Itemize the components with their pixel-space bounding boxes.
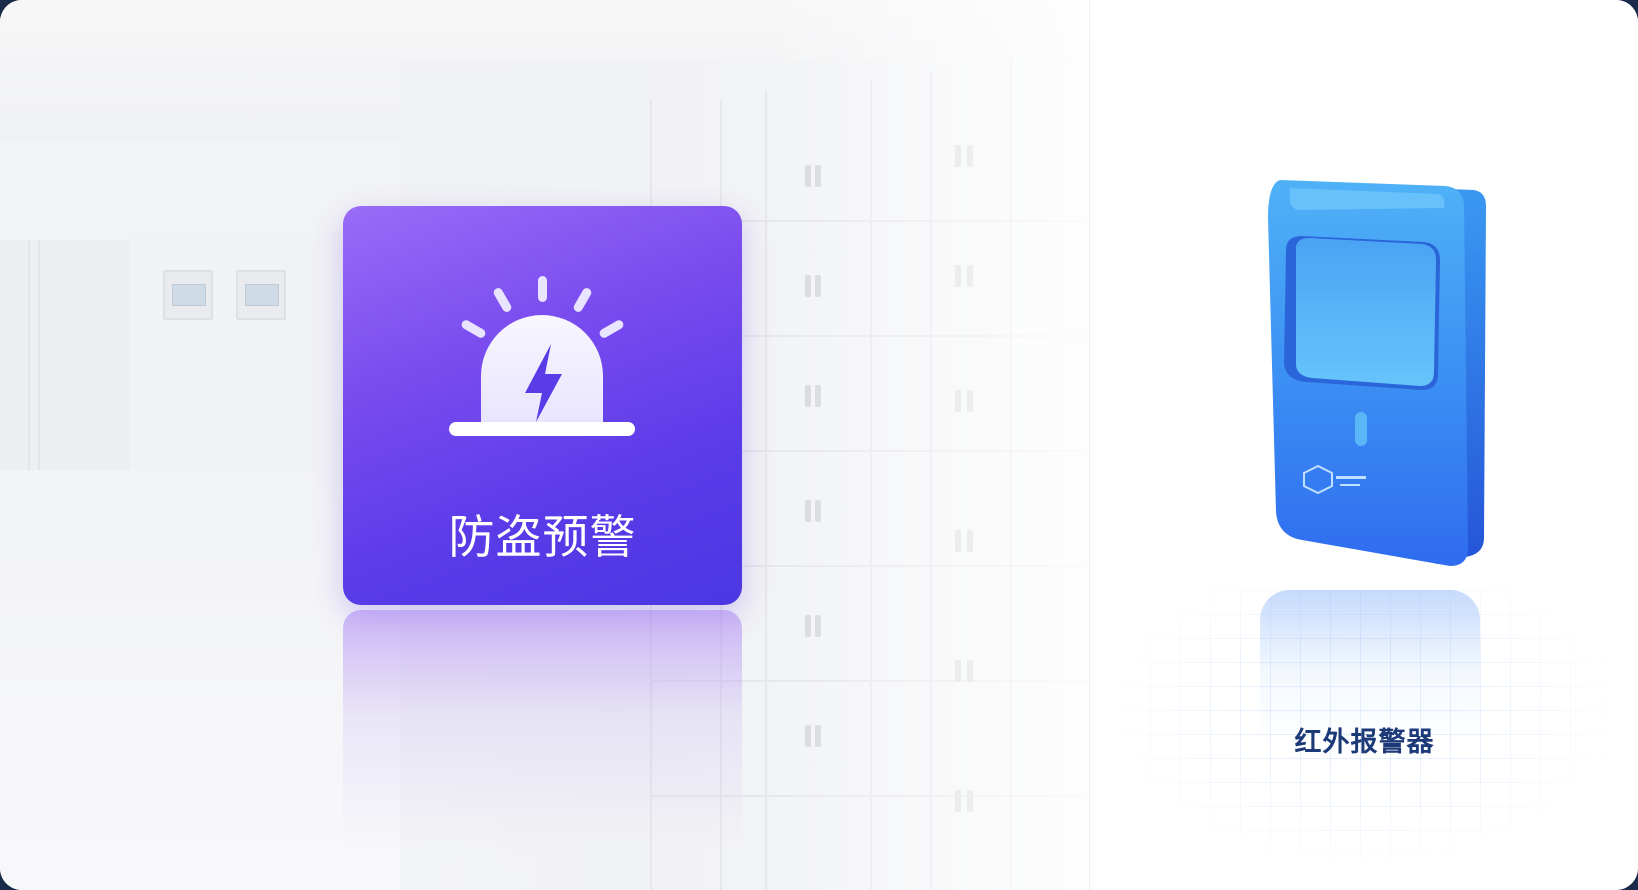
infrared-sensor-device-icon[interactable]: [1256, 178, 1488, 588]
alert-card-reflection: [343, 610, 742, 845]
anti-theft-alert-card[interactable]: 防盗预警: [343, 206, 742, 605]
device-reflection: [1260, 590, 1480, 740]
siren-alarm-icon: [449, 276, 635, 436]
device-label: 红外报警器: [1294, 727, 1435, 758]
device-panel: 红外报警器: [1089, 0, 1638, 890]
alert-card-label: 防盗预警: [448, 510, 637, 564]
main-frame: 防盗预警 红外报警器: [0, 0, 1638, 890]
